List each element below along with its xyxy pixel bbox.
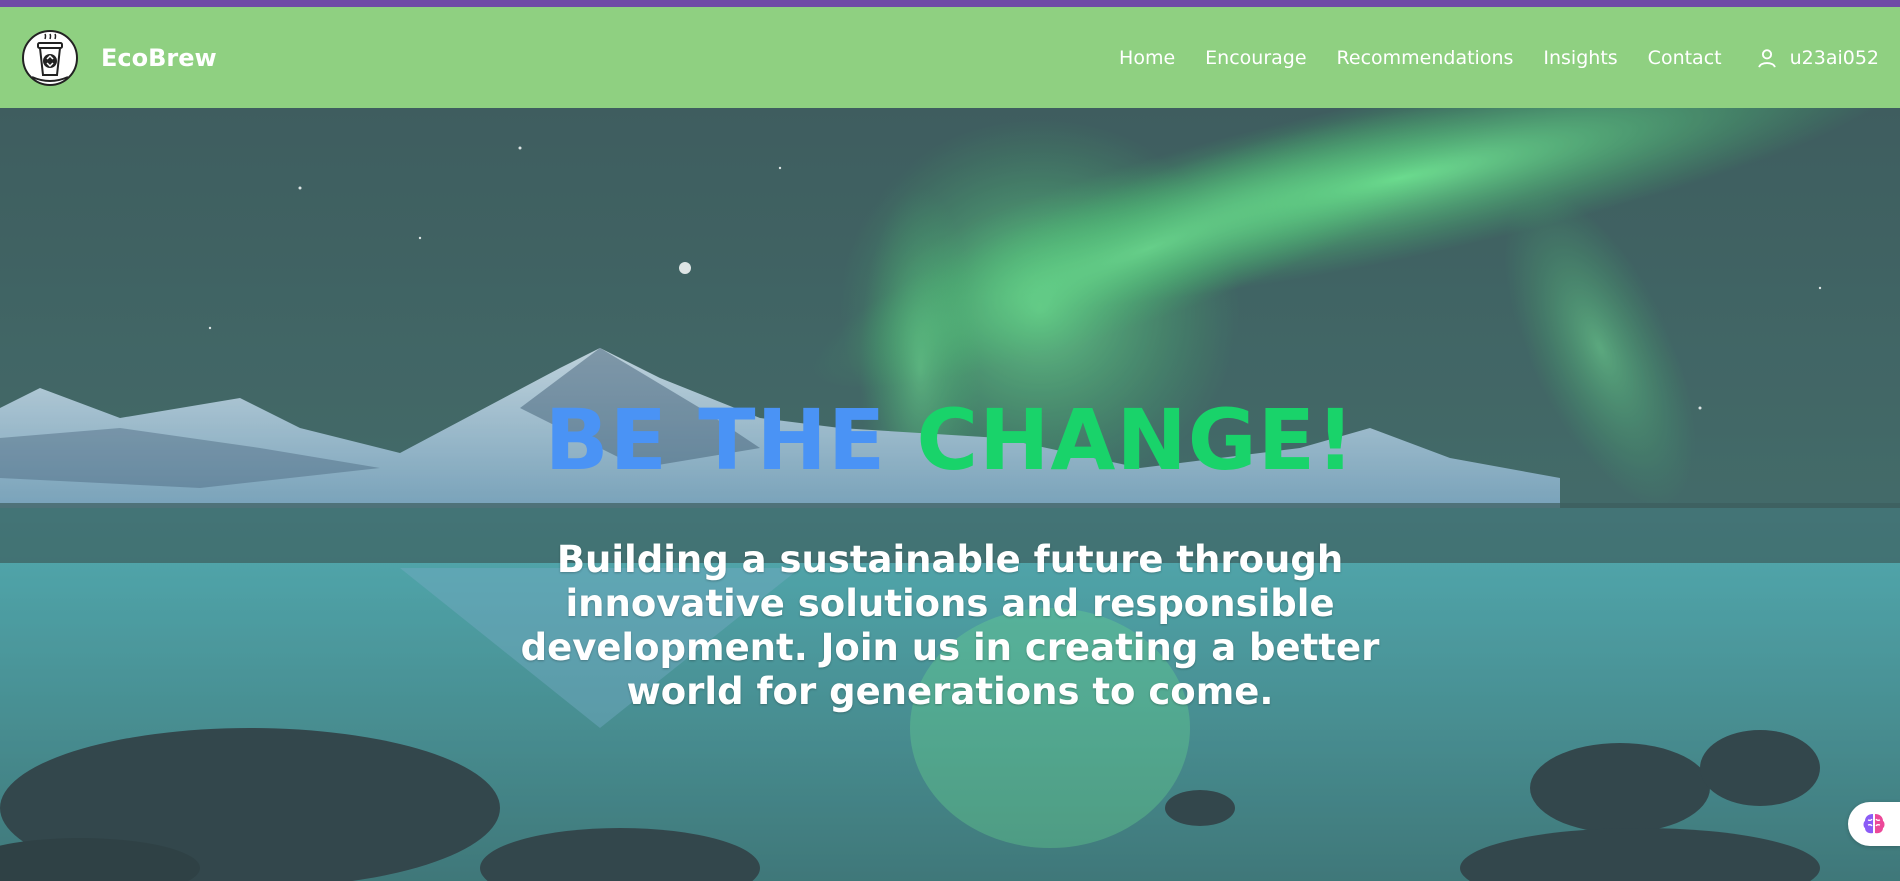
navbar: EcoBrew Home Encourage Recommendations I… bbox=[0, 7, 1900, 108]
nav-home[interactable]: Home bbox=[1119, 47, 1175, 69]
coffee-cup-recycle-icon bbox=[22, 29, 78, 86]
user-menu[interactable]: u23ai052 bbox=[1756, 47, 1879, 69]
hero-headline: BE THE CHANGE! bbox=[0, 398, 1900, 482]
brand-name: EcoBrew bbox=[101, 43, 217, 72]
nav-recommendations[interactable]: Recommendations bbox=[1337, 47, 1514, 69]
username: u23ai052 bbox=[1789, 46, 1879, 69]
hero-tagline: Building a sustainable future through in… bbox=[520, 538, 1380, 713]
headline-part-a: BE THE bbox=[544, 391, 887, 489]
hero-overlay bbox=[0, 108, 1900, 881]
hero-section: BE THE CHANGE! Building a sustainable fu… bbox=[0, 108, 1900, 881]
headline-part-b: CHANGE! bbox=[916, 391, 1356, 489]
assistant-button[interactable] bbox=[1848, 802, 1900, 846]
nav-insights[interactable]: Insights bbox=[1543, 47, 1617, 69]
top-accent-strip bbox=[0, 0, 1900, 7]
nav-encourage[interactable]: Encourage bbox=[1205, 47, 1306, 69]
user-icon bbox=[1757, 48, 1776, 68]
main-nav: Home Encourage Recommendations Insights … bbox=[1119, 47, 1879, 69]
brain-icon bbox=[1863, 814, 1885, 834]
brand[interactable]: EcoBrew bbox=[21, 29, 217, 87]
nav-contact[interactable]: Contact bbox=[1648, 47, 1722, 69]
